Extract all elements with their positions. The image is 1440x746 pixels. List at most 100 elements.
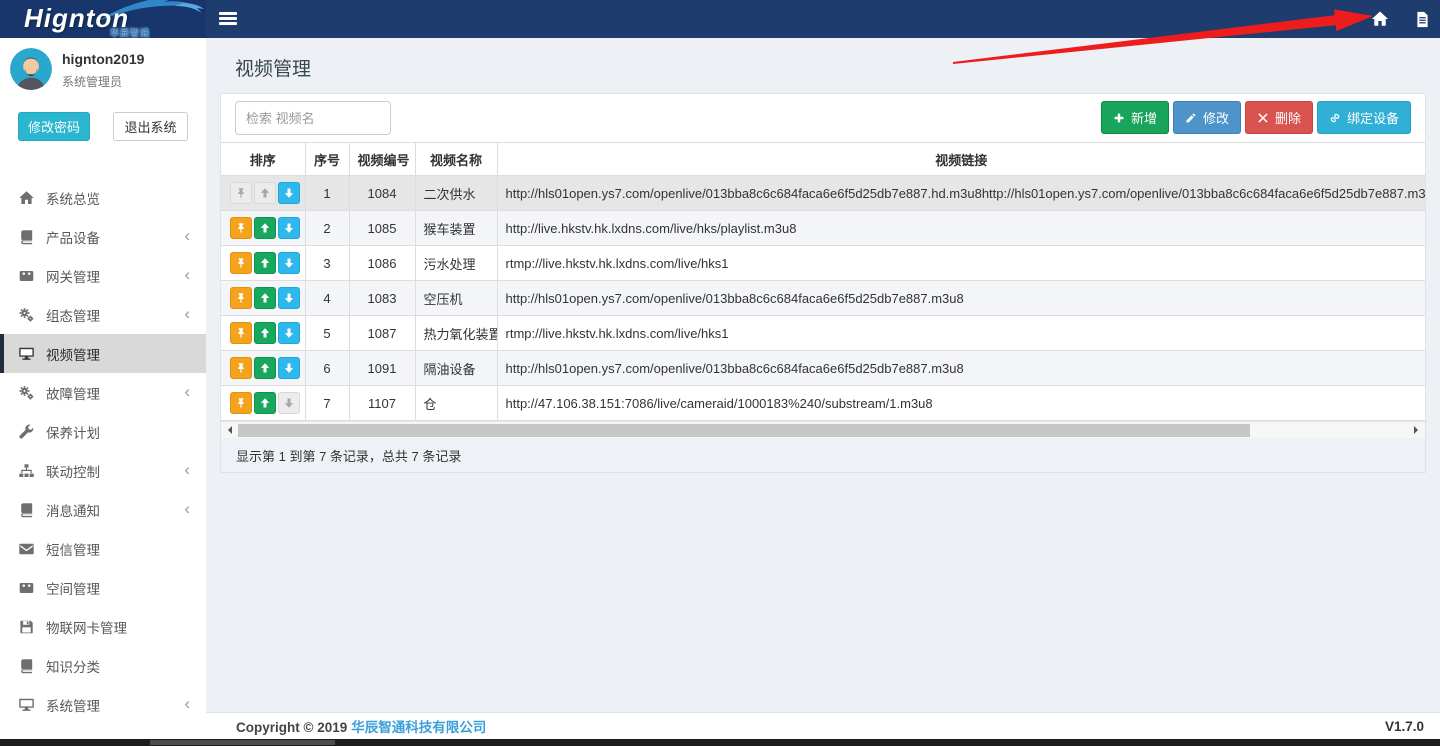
arrow-up-icon: [259, 362, 271, 374]
page-horizontal-scrollbar[interactable]: [0, 739, 1440, 746]
sidebar-item-configuration-management[interactable]: 组态管理 ‹: [0, 295, 206, 334]
column-header-seq: 序号: [305, 143, 349, 176]
pin-top-button[interactable]: [230, 392, 252, 414]
table-row[interactable]: 1 1084 二次供水 http://hls01open.ys7.com/ope…: [221, 176, 1425, 211]
chevron-left-icon: ‹: [184, 266, 190, 283]
user-name: hignton2019: [62, 51, 144, 67]
column-header-code: 视频编号: [349, 143, 415, 176]
table-row[interactable]: 2 1085 猴车装置 http://live.hkstv.hk.lxdns.c…: [221, 211, 1425, 246]
move-down-button: [278, 392, 300, 414]
scroll-right-arrow[interactable]: [1408, 422, 1425, 438]
sidebar-item-sms-management[interactable]: 短信管理: [0, 529, 206, 568]
change-password-button[interactable]: 修改密码: [18, 112, 90, 141]
scrollbar-thumb[interactable]: [238, 424, 1250, 437]
delete-button[interactable]: 删除: [1245, 101, 1313, 134]
move-up-button[interactable]: [254, 357, 276, 379]
sidebar-item-product-devices[interactable]: 产品设备 ‹: [0, 217, 206, 256]
logout-button[interactable]: 退出系统: [113, 112, 188, 141]
cell-name: 二次供水: [415, 176, 497, 211]
pin-icon: [235, 292, 247, 304]
sidebar-item-label: 知识分类: [46, 656, 100, 676]
video-table-panel: 新增 修改 删除 绑定设备 排序: [220, 93, 1426, 473]
add-button[interactable]: 新增: [1101, 101, 1169, 134]
sidebar-item-system-overview[interactable]: 系统总览: [0, 178, 206, 217]
table-row[interactable]: 5 1087 热力氧化装置 rtmp://live.hkstv.hk.lxdns…: [221, 316, 1425, 351]
film-icon: [18, 268, 35, 284]
desktop-icon: [18, 346, 35, 362]
sidebar-item-label: 短信管理: [46, 539, 100, 559]
pin-icon: [235, 397, 247, 409]
document-icon[interactable]: [1412, 9, 1432, 29]
edit-button[interactable]: 修改: [1173, 101, 1241, 134]
film-icon: [18, 580, 35, 596]
add-button-label: 新增: [1131, 108, 1157, 127]
sidebar-toggle-hamburger-icon[interactable]: [219, 12, 237, 26]
arrow-up-icon: [259, 292, 271, 304]
version-label: V1.7.0: [1385, 719, 1440, 734]
sidebar-item-linkage-control[interactable]: 联动控制 ‹: [0, 451, 206, 490]
sidebar-item-gateway-management[interactable]: 网关管理 ‹: [0, 256, 206, 295]
cell-url: http://hls01open.ys7.com/openlive/013bba…: [497, 176, 1425, 211]
move-down-button[interactable]: [278, 322, 300, 344]
move-up-button[interactable]: [254, 217, 276, 239]
pin-top-button[interactable]: [230, 217, 252, 239]
move-up-button[interactable]: [254, 287, 276, 309]
cell-code: 1084: [349, 176, 415, 211]
sidebar-item-fault-management[interactable]: 故障管理 ‹: [0, 373, 206, 412]
chevron-left-icon: ‹: [184, 695, 190, 712]
scroll-left-arrow[interactable]: [221, 422, 238, 438]
cell-seq: 1: [305, 176, 349, 211]
cell-name: 热力氧化装置: [415, 316, 497, 351]
pin-top-button[interactable]: [230, 322, 252, 344]
page-scrollbar-thumb[interactable]: [150, 740, 335, 745]
pin-top-button[interactable]: [230, 252, 252, 274]
delete-button-label: 删除: [1275, 108, 1301, 127]
pin-icon: [235, 257, 247, 269]
cell-url: http://47.106.38.151:7086/live/cameraid/…: [497, 386, 1425, 421]
arrow-up-icon: [259, 222, 271, 234]
sidebar-item-label: 故障管理: [46, 383, 100, 403]
sidebar-item-label: 视频管理: [46, 344, 100, 364]
move-up-button[interactable]: [254, 322, 276, 344]
search-input[interactable]: [235, 101, 391, 135]
page-title: 视频管理: [206, 38, 1440, 93]
cell-code: 1107: [349, 386, 415, 421]
table-row[interactable]: 3 1086 污水处理 rtmp://live.hkstv.hk.lxdns.c…: [221, 246, 1425, 281]
move-up-button: [254, 182, 276, 204]
cell-name: 猴车装置: [415, 211, 497, 246]
sidebar-item-iot-card-management[interactable]: 物联网卡管理: [0, 607, 206, 646]
arrow-down-icon: [283, 292, 295, 304]
horizontal-scrollbar[interactable]: [221, 421, 1425, 438]
chevron-left-icon: ‹: [184, 227, 190, 244]
table-row[interactable]: 6 1091 隔油设备 http://hls01open.ys7.com/ope…: [221, 351, 1425, 386]
sidebar-item-label: 系统管理: [46, 695, 100, 715]
column-header-name: 视频名称: [415, 143, 497, 176]
move-down-button[interactable]: [278, 357, 300, 379]
sidebar-item-video-management[interactable]: 视频管理: [0, 334, 206, 373]
table-row[interactable]: 4 1083 空压机 http://hls01open.ys7.com/open…: [221, 281, 1425, 316]
sidebar-item-system-management[interactable]: 系统管理 ‹: [0, 685, 206, 724]
user-role: 系统管理员: [62, 73, 122, 90]
pin-top-button[interactable]: [230, 287, 252, 309]
sidebar-item-message-notification[interactable]: 消息通知 ‹: [0, 490, 206, 529]
home-icon[interactable]: [1370, 9, 1390, 29]
sidebar-item-knowledge-classification[interactable]: 知识分类: [0, 646, 206, 685]
table-row[interactable]: 7 1107 仓 http://47.106.38.151:7086/live/…: [221, 386, 1425, 421]
bind-device-button[interactable]: 绑定设备: [1317, 101, 1411, 134]
pin-top-button[interactable]: [230, 357, 252, 379]
sidebar-item-space-management[interactable]: 空间管理: [0, 568, 206, 607]
arrow-up-icon: [259, 187, 271, 199]
sidebar-item-maintenance-plan[interactable]: 保养计划: [0, 412, 206, 451]
move-up-button[interactable]: [254, 252, 276, 274]
move-down-button[interactable]: [278, 252, 300, 274]
sidebar-item-label: 系统总览: [46, 188, 100, 208]
company-link[interactable]: 华辰智通科技有限公司: [351, 720, 486, 735]
move-up-button[interactable]: [254, 392, 276, 414]
pin-icon: [235, 222, 247, 234]
move-down-button[interactable]: [278, 217, 300, 239]
cell-code: 1083: [349, 281, 415, 316]
cell-name: 污水处理: [415, 246, 497, 281]
cell-code: 1085: [349, 211, 415, 246]
move-down-button[interactable]: [278, 182, 300, 204]
move-down-button[interactable]: [278, 287, 300, 309]
